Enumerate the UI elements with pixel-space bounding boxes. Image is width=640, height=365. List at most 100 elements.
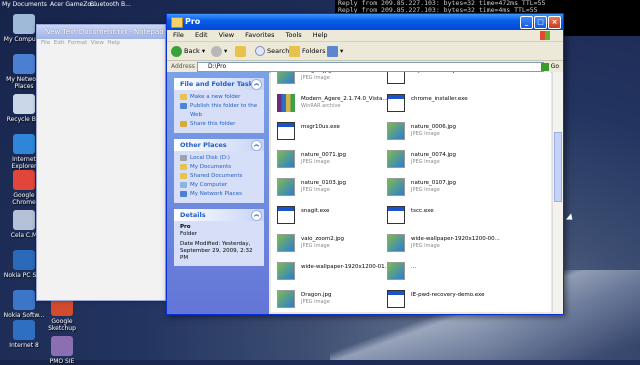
place-my-documents[interactable]: My Documents	[180, 163, 260, 172]
address-field[interactable]: D:\Pro	[197, 62, 544, 72]
file-item[interactable]: IE-pwd-recovery-demo.exe	[387, 72, 495, 92]
image-file-icon	[387, 122, 405, 140]
collapse-chevron-icon[interactable]: ︽	[251, 79, 262, 90]
window-title: Pro	[185, 17, 201, 26]
file-item[interactable]: snagit.exe	[277, 206, 385, 232]
desktop-app-icon	[13, 94, 35, 114]
file-type: JPEG Image	[301, 159, 330, 165]
file-item[interactable]: nature_0103.jpg JPEG Image	[277, 178, 385, 204]
desktop-label-my-documents[interactable]: My Documents	[2, 1, 47, 8]
vertical-scrollbar[interactable]	[552, 72, 563, 312]
file-item[interactable]: IE-pwd-recovery-demo.exe	[387, 290, 495, 312]
file-list[interactable]: Dragon.jpgJPEG ImageIE-pwd-recovery-demo…	[271, 72, 551, 312]
back-button[interactable]: Back ▾	[171, 45, 205, 57]
file-type: JPEG Image	[411, 159, 440, 165]
file-item[interactable]: Dragon.jpgJPEG Image	[277, 290, 385, 312]
place-my-computer[interactable]: My Computer	[180, 181, 260, 190]
minimize-button[interactable]: _	[520, 16, 533, 29]
share-folder-link[interactable]: Share this folder	[180, 120, 260, 129]
menu-view[interactable]: View	[219, 31, 234, 39]
file-type: JPEG Image	[411, 243, 440, 249]
desktop-icon[interactable]: PMO SIE	[40, 336, 84, 365]
notepad-title[interactable]: New Text Document.txt - Notepad	[37, 25, 165, 39]
file-item[interactable]: msgr10us.exe	[277, 122, 385, 148]
link-label: Publish this folder to the Web	[190, 103, 258, 118]
desktop-label-bluetooth[interactable]: Bluetooth B...	[90, 1, 131, 8]
maximize-button[interactable]: □	[534, 16, 547, 29]
collapse-chevron-icon[interactable]: ︽	[251, 140, 262, 151]
up-folder-button[interactable]	[235, 45, 248, 57]
search-button[interactable]: Search	[255, 45, 289, 57]
file-type: WinRAR archive	[301, 103, 341, 109]
folders-button[interactable]: Folders	[289, 45, 325, 57]
file-name: nature_0006.jpg	[411, 124, 457, 130]
place-shared-documents[interactable]: Shared Documents	[180, 172, 260, 181]
file-name: snagit.exe	[301, 208, 330, 214]
place-local-disk[interactable]: Local Disk (D:)	[180, 154, 260, 163]
notepad-menu-help[interactable]: Help	[107, 40, 120, 46]
file-name: IE-pwd-recovery-demo.exe	[411, 72, 485, 74]
drive-icon	[180, 155, 187, 161]
forward-arrow-icon	[211, 45, 222, 57]
notepad-menu-file[interactable]: File	[41, 40, 50, 46]
explorer-window[interactable]: Pro _ □ × File Edit View Favorites Tools…	[166, 13, 564, 315]
publish-web-link[interactable]: Publish this folder to the Web	[180, 102, 260, 120]
link-label: My Documents	[190, 164, 232, 170]
explorer-titlebar[interactable]: Pro _ □ ×	[167, 14, 563, 30]
file-item[interactable]: wide-wallpaper-1920x1200-01...	[277, 262, 390, 288]
collapse-chevron-icon[interactable]: ︽	[251, 210, 262, 221]
menu-help[interactable]: Help	[313, 31, 328, 39]
panel-header[interactable]: File and Folder Tasks ︽	[174, 78, 264, 90]
scrollbar-thumb[interactable]	[554, 132, 562, 202]
desktop-app-icon	[51, 336, 73, 356]
notepad-menu-view[interactable]: View	[91, 40, 104, 46]
desktop-icon[interactable]: Google Sketchup	[40, 296, 84, 332]
views-button[interactable]: ▾	[327, 45, 343, 57]
file-item[interactable]: wide-wallpaper-1920x1200-00... JPEG Image	[387, 234, 500, 260]
close-button[interactable]: ×	[548, 16, 561, 29]
forward-button[interactable]: ▾	[211, 45, 227, 57]
notepad-menu-format[interactable]: Format	[68, 40, 87, 46]
notepad-menu-edit[interactable]: Edit	[54, 40, 65, 46]
file-item[interactable]: chrome_installer.exe	[387, 94, 495, 120]
file-item[interactable]: nature_0107.jpg JPEG Image	[387, 178, 495, 204]
application-icon	[277, 206, 295, 224]
desktop-app-icon	[13, 54, 35, 74]
file-item[interactable]: nature_0071.jpg JPEG Image	[277, 150, 385, 176]
go-label: Go	[550, 63, 559, 70]
details-panel: Details ︽ Pro Folder Date Modified: Yeste…	[174, 209, 264, 266]
back-label: Back	[184, 47, 200, 55]
file-item[interactable]: nature_0074.jpg JPEG Image	[387, 150, 495, 176]
link-label: My Network Places	[190, 191, 242, 197]
file-folder-tasks-panel: File and Folder Tasks ︽ Make a new folder…	[174, 78, 264, 133]
menu-favorites[interactable]: Favorites	[245, 31, 274, 39]
make-new-folder-link[interactable]: Make a new folder	[180, 93, 260, 102]
up-folder-icon	[235, 45, 246, 57]
notepad-menubar: File Edit Format View Help	[37, 39, 165, 47]
toolbar: Back ▾ ▾ Search Folders ▾	[167, 42, 563, 61]
file-item[interactable]: ...	[387, 262, 495, 288]
notepad-window[interactable]: New Text Document.txt - Notepad File Edi…	[36, 24, 166, 301]
menu-tools[interactable]: Tools	[286, 31, 302, 39]
place-network[interactable]: My Network Places	[180, 190, 260, 199]
folders-label: Folders	[302, 47, 326, 55]
link-label: Make a new folder	[190, 94, 241, 100]
link-label: Shared Documents	[190, 173, 243, 179]
menu-edit[interactable]: Edit	[195, 31, 208, 39]
desktop-app-icon	[13, 14, 35, 34]
computer-icon	[180, 182, 187, 188]
back-arrow-icon	[171, 45, 182, 57]
file-item[interactable]: Modern_Agere_2.1.74.0_Vista... WinRAR arc…	[277, 94, 388, 120]
file-item[interactable]: tscc.exe	[387, 206, 495, 232]
go-button[interactable]: Go	[540, 62, 559, 72]
application-icon	[277, 122, 295, 140]
file-item[interactable]: nature_0006.jpg JPEG Image	[387, 122, 495, 148]
file-name: chrome_installer.exe	[411, 96, 468, 102]
menu-file[interactable]: File	[173, 31, 184, 39]
file-item[interactable]: Dragon.jpgJPEG Image	[277, 72, 385, 92]
panel-header[interactable]: Details ︽	[174, 209, 264, 221]
panel-title: Other Places	[180, 141, 227, 149]
image-file-icon	[387, 150, 405, 168]
panel-header[interactable]: Other Places ︽	[174, 139, 264, 151]
file-item[interactable]: vaio_zoom2.jpg JPEG Image	[277, 234, 385, 260]
